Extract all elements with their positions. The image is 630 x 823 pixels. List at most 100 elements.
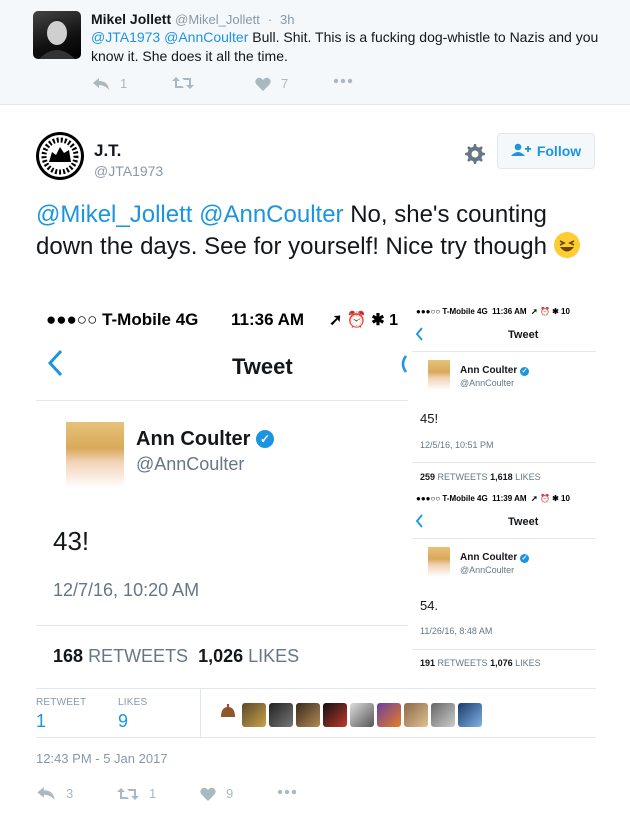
back-chevron-icon — [46, 348, 64, 383]
retweet-stat-label[interactable]: RETWEET — [36, 697, 86, 708]
screenshot-handle: @AnnCoulter — [460, 378, 515, 388]
screenshot-tweet-text: 43! — [53, 526, 90, 556]
divider — [200, 689, 201, 737]
author-handle[interactable]: @Mikel_Jollett — [175, 12, 260, 27]
retweet-stat-count[interactable]: 1 — [36, 711, 46, 732]
avatar — [66, 422, 124, 488]
attached-photo[interactable]: ●●●○○ T-Mobile 4G 11:36 AM ➚ ⏰ ✱ 1 Tweet… — [36, 300, 596, 684]
follow-label: Follow — [536, 143, 582, 159]
retweet-count: 1 — [149, 786, 157, 801]
name-text: Ann Coulter — [460, 552, 518, 563]
avatar[interactable] — [36, 132, 84, 180]
carrier-text: ●●●○○ T-Mobile 4G — [46, 310, 199, 329]
avatar[interactable] — [350, 703, 374, 727]
retweet-icon — [172, 76, 194, 90]
author-line: Mikel Jollett @Mikel_Jollett · 3h — [91, 11, 294, 27]
author-handle[interactable]: @JTA1973 — [94, 163, 163, 179]
like-action[interactable]: 7 — [255, 76, 288, 91]
screenshot-tweet-text: 45! — [420, 411, 439, 426]
status-icons: ➚ ⏰ ✱ 1 — [329, 312, 398, 329]
divider — [412, 649, 596, 650]
avatar[interactable] — [33, 11, 81, 59]
retweet-label: RETWEETS — [88, 646, 189, 666]
author-name[interactable]: Mikel Jollett — [91, 11, 171, 27]
avatar[interactable] — [431, 703, 455, 727]
status-icons: ➚ ⏰ ✱ 10 — [531, 494, 570, 503]
reply-action[interactable]: 3 — [36, 786, 73, 801]
avatar — [428, 360, 450, 390]
retweet-action[interactable] — [172, 76, 194, 90]
partial-icon — [400, 354, 408, 379]
avatar[interactable] — [404, 703, 428, 727]
likes-stat-label[interactable]: LIKES — [118, 697, 147, 708]
screenshot-panel: ●●●○○ T-Mobile 4G 11:39 AM ➚ ⏰ ✱ 10 Twee… — [410, 488, 596, 676]
screen-title: Tweet — [232, 354, 293, 379]
reply-count: 1 — [120, 76, 128, 91]
likes-stat-count[interactable]: 9 — [118, 711, 128, 732]
like-count: 1,026 — [198, 646, 244, 666]
screen-title: Tweet — [508, 516, 539, 528]
screenshot-author-name: Ann Coulter ✓ — [460, 365, 529, 376]
avatar[interactable] — [377, 703, 401, 727]
like-label: LIKES — [515, 472, 541, 482]
screenshot-tweet-text: 54. — [420, 598, 439, 613]
tweet-stats: RETWEET 1 LIKES 9 — [36, 688, 596, 738]
screenshot-author-name: Ann Coulter ✓ — [136, 428, 274, 451]
laughing-emoji-icon — [553, 232, 580, 258]
add-user-icon — [510, 143, 531, 160]
carrier-text: ●●●○○ T-Mobile 4G — [416, 494, 488, 503]
like-count: 1,618 — [490, 472, 513, 482]
like-label: LIKES — [248, 646, 300, 666]
like-count: 1,076 — [490, 658, 513, 668]
reply-time[interactable]: 3h — [280, 12, 294, 27]
status-bar: ●●●○○ T-Mobile 4G 11:39 AM ➚ ⏰ ✱ 10 — [416, 494, 570, 503]
reply-text: @JTA1973 @AnnCoulter Bull. Shit. This is… — [91, 28, 611, 66]
more-action[interactable] — [333, 78, 353, 84]
mention-link[interactable]: @AnnCoulter — [199, 201, 343, 228]
carrier-text: ●●●○○ T-Mobile 4G — [416, 307, 488, 316]
verified-badge-icon: ✓ — [520, 367, 529, 376]
avatar[interactable] — [216, 703, 240, 727]
screenshot-date: 11/26/16, 8:48 AM — [420, 626, 493, 636]
follow-button[interactable]: Follow — [497, 133, 595, 169]
retweet-icon — [117, 787, 139, 801]
back-chevron-icon — [415, 514, 424, 533]
reply-tweet[interactable]: Mikel Jollett @Mikel_Jollett · 3h @JTA197… — [0, 0, 630, 105]
avatar[interactable] — [323, 703, 347, 727]
separator-dot: · — [267, 12, 273, 27]
retweet-count: 259 — [420, 472, 436, 482]
mention-link[interactable]: @AnnCoulter — [164, 29, 248, 45]
screenshot-handle: @AnnCoulter — [460, 565, 515, 575]
avatar[interactable] — [296, 703, 320, 727]
status-bar: ●●●○○ T-Mobile 4G — [46, 310, 198, 330]
verified-badge-icon: ✓ — [520, 554, 529, 563]
more-action[interactable] — [277, 789, 297, 795]
mention-link[interactable]: @Mikel_Jollett — [36, 201, 192, 228]
screenshot-panel: ●●●○○ T-Mobile 4G 11:36 AM ➚ ⏰ ✱ 10 Twee… — [410, 300, 596, 488]
status-time: 11:36 AM — [231, 310, 305, 329]
like-action[interactable]: 9 — [200, 786, 233, 801]
name-text: Ann Coulter — [460, 365, 518, 376]
tweet-timestamp[interactable]: 12:43 PM - 5 Jan 2017 — [36, 751, 168, 766]
screenshot-date: 12/7/16, 10:20 AM — [53, 580, 200, 600]
reply-icon — [92, 77, 110, 91]
divider — [412, 538, 596, 539]
more-icon — [277, 789, 297, 795]
reply-action[interactable]: 1 — [92, 76, 127, 91]
screenshot-handle: @AnnCoulter — [136, 454, 245, 474]
avatar[interactable] — [269, 703, 293, 727]
retweet-label: RETWEETS — [437, 472, 488, 482]
like-count: 7 — [281, 76, 289, 91]
author-name[interactable]: J.T. — [94, 141, 121, 161]
gear-icon[interactable] — [463, 142, 487, 166]
status-time: 11:39 AM — [492, 494, 527, 503]
more-icon — [333, 78, 353, 84]
retweet-action[interactable]: 1 — [117, 786, 156, 801]
mention-link[interactable]: @JTA1973 — [91, 29, 160, 45]
reply-count: 3 — [66, 786, 74, 801]
screenshot-stats: 191 RETWEETS 1,076 LIKES — [420, 658, 541, 668]
avatar[interactable] — [458, 703, 482, 727]
like-label: LIKES — [515, 658, 541, 668]
retweet-count: 168 — [53, 646, 84, 666]
avatar[interactable] — [242, 703, 266, 727]
